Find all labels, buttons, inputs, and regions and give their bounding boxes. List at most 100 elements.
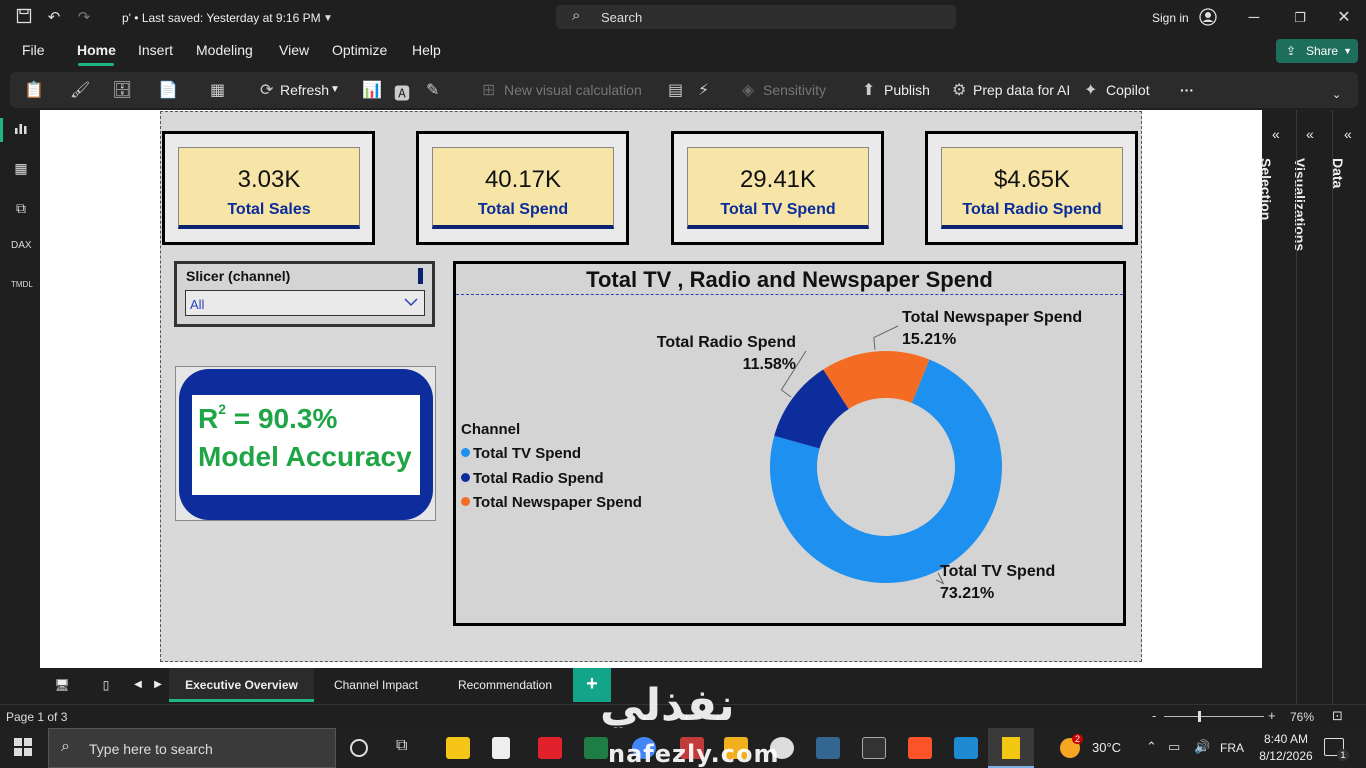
panel-selection[interactable]: Selection: [1258, 158, 1274, 220]
minimize-icon[interactable]: ─: [1244, 8, 1264, 28]
model-view-icon[interactable]: ⧉: [11, 200, 31, 220]
windows-start-icon[interactable]: [14, 738, 32, 761]
kpi-card-total-radio-spend[interactable]: $4.65K Total Radio Spend: [925, 131, 1138, 245]
panel-visualizations[interactable]: Visualizations: [1292, 158, 1308, 251]
wps-office-icon[interactable]: [538, 737, 562, 759]
more-options-button[interactable]: ···: [1180, 82, 1194, 98]
menu-insert[interactable]: Insert: [138, 42, 173, 58]
document-title[interactable]: p' • Last saved: Yesterday at 9:16 PM: [122, 11, 321, 25]
kpi-card-total-spend[interactable]: 40.17K Total Spend: [416, 131, 629, 245]
task-view-icon[interactable]: ⧉: [396, 737, 420, 759]
taskbar-search-box[interactable]: ⌕ Type here to search: [48, 728, 336, 768]
model-accuracy-frame: R2 = 90.3% Model Accuracy: [179, 369, 433, 520]
kpi-value: $4.65K: [993, 166, 1071, 193]
menu-optimize[interactable]: Optimize: [332, 42, 387, 58]
show-hidden-icons-icon[interactable]: ⌃: [1146, 739, 1157, 755]
search-icon: ⌕: [572, 7, 581, 24]
refresh-button[interactable]: Refresh: [280, 82, 329, 98]
dax-query-view-icon[interactable]: DAX: [11, 240, 32, 260]
watermark-logo-latin: nafezly.com: [608, 740, 780, 768]
title-dropdown-icon[interactable]: ▼: [318, 9, 338, 29]
redo-icon[interactable]: ↷: [74, 8, 94, 28]
tab-channel-impact[interactable]: Channel Impact: [315, 668, 437, 702]
battery-icon[interactable]: ▭: [1168, 739, 1180, 755]
zoom-level[interactable]: 76%: [1290, 710, 1314, 724]
fit-to-page-icon[interactable]: ⊡: [1332, 708, 1343, 724]
zoom-in-button[interactable]: +: [1268, 708, 1276, 723]
clock-date[interactable]: 8/12/2026: [1256, 749, 1316, 763]
channel-slicer[interactable]: Slicer (channel) All: [174, 261, 435, 327]
mobile-layout-icon[interactable]: ▯: [96, 668, 116, 702]
sign-in-link[interactable]: Sign in: [1152, 11, 1189, 25]
more-visuals-icon[interactable]: ✎: [426, 80, 439, 100]
input-language[interactable]: FRA: [1220, 741, 1244, 755]
weather-icon[interactable]: 2: [1060, 734, 1084, 758]
get-data-icon[interactable]: 🗄: [112, 80, 132, 100]
expand-data-icon[interactable]: «: [1344, 126, 1352, 142]
zoom-out-button[interactable]: -: [1152, 708, 1156, 723]
quick-measure-icon[interactable]: ⚡: [698, 80, 709, 100]
data-source-icon[interactable]: 📄: [158, 80, 178, 100]
tab-executive-overview[interactable]: Executive Overview: [169, 668, 314, 702]
menu-help[interactable]: Help: [412, 42, 441, 58]
next-page-icon[interactable]: ▶: [150, 668, 166, 702]
collapse-ribbon-icon[interactable]: ⌄: [1332, 88, 1341, 101]
excel-icon[interactable]: [584, 737, 608, 759]
cortana-icon[interactable]: [350, 739, 368, 757]
account-icon[interactable]: [1198, 8, 1218, 28]
prev-page-icon[interactable]: ◀: [130, 668, 146, 702]
volume-icon[interactable]: 🔊: [1194, 739, 1210, 755]
clock-time[interactable]: 8:40 AM: [1256, 732, 1316, 746]
text-box-icon[interactable]: 🅰: [394, 80, 410, 104]
menu-home[interactable]: Home: [77, 42, 116, 58]
new-measure-icon[interactable]: ▤: [668, 80, 683, 100]
menu-view[interactable]: View: [279, 42, 309, 58]
share-button[interactable]: ⇪ Share ▼: [1276, 39, 1358, 63]
vscode-icon[interactable]: [954, 737, 978, 759]
data-label-value-newspaper: 15.21%: [902, 331, 956, 348]
share-icon: ⇪: [1286, 44, 1297, 58]
prep-data-icon: ⚙: [952, 82, 967, 99]
menu-modeling[interactable]: Modeling: [196, 42, 253, 58]
expand-visualizations-icon[interactable]: «: [1306, 126, 1314, 142]
close-icon[interactable]: ✕: [1334, 8, 1354, 28]
data-label-name-newspaper: Total Newspaper Spend: [902, 309, 1082, 326]
copilot-button[interactable]: Copilot: [1106, 82, 1150, 98]
model-accuracy-card[interactable]: R2 = 90.3% Model Accuracy: [175, 366, 436, 521]
kpi-card-total-sales[interactable]: 3.03K Total Sales: [162, 131, 375, 245]
report-view-icon[interactable]: [11, 120, 31, 140]
publish-button[interactable]: Publish: [884, 82, 930, 98]
save-icon[interactable]: [14, 8, 34, 28]
format-painter-icon[interactable]: 🖌: [70, 80, 90, 100]
maximize-icon[interactable]: ❐: [1290, 8, 1310, 28]
terminal-icon[interactable]: [862, 737, 886, 759]
search-box[interactable]: ⌕ Search: [556, 5, 956, 29]
prep-data-for-ai-button[interactable]: Prep data for AI: [973, 82, 1070, 98]
tab-recommendation[interactable]: Recommendation: [438, 668, 572, 702]
slicer-accent-bar: [418, 268, 423, 284]
temperature[interactable]: 30°C: [1092, 740, 1121, 755]
powerbi-taskbar-button[interactable]: [988, 728, 1034, 768]
donut-chart-visual[interactable]: Total TV , Radio and Newspaper Spend Cha…: [453, 261, 1126, 626]
slicer-dropdown[interactable]: All: [185, 290, 425, 316]
notepad-icon[interactable]: [492, 737, 510, 759]
transform-data-icon[interactable]: ▦: [210, 80, 225, 100]
kpi-card-total-tv-spend[interactable]: 29.41K Total TV Spend: [671, 131, 884, 245]
undo-icon[interactable]: ↶: [44, 8, 64, 28]
new-visual-icon[interactable]: 📊: [362, 80, 382, 100]
paste-icon[interactable]: 📋: [24, 80, 44, 100]
kpi-card-inner: $4.65K Total Radio Spend: [941, 147, 1123, 229]
zoom-slider[interactable]: [1164, 716, 1264, 717]
tmdl-view-icon[interactable]: TMDL: [11, 280, 33, 300]
kpi-card-inner: 40.17K Total Spend: [432, 147, 614, 229]
notification-center-icon[interactable]: 1: [1324, 738, 1349, 761]
refresh-chevron-icon[interactable]: ▼: [330, 84, 340, 95]
menu-file[interactable]: File: [22, 42, 45, 58]
expand-selection-icon[interactable]: «: [1272, 126, 1280, 142]
brave-icon[interactable]: [908, 737, 932, 759]
table-view-icon[interactable]: ▦: [11, 160, 31, 180]
desktop-layout-icon[interactable]: 🖥: [50, 668, 74, 702]
zoom-slider-thumb[interactable]: [1198, 711, 1201, 722]
postgresql-icon[interactable]: [816, 737, 840, 759]
sticky-notes-icon[interactable]: [446, 737, 470, 759]
